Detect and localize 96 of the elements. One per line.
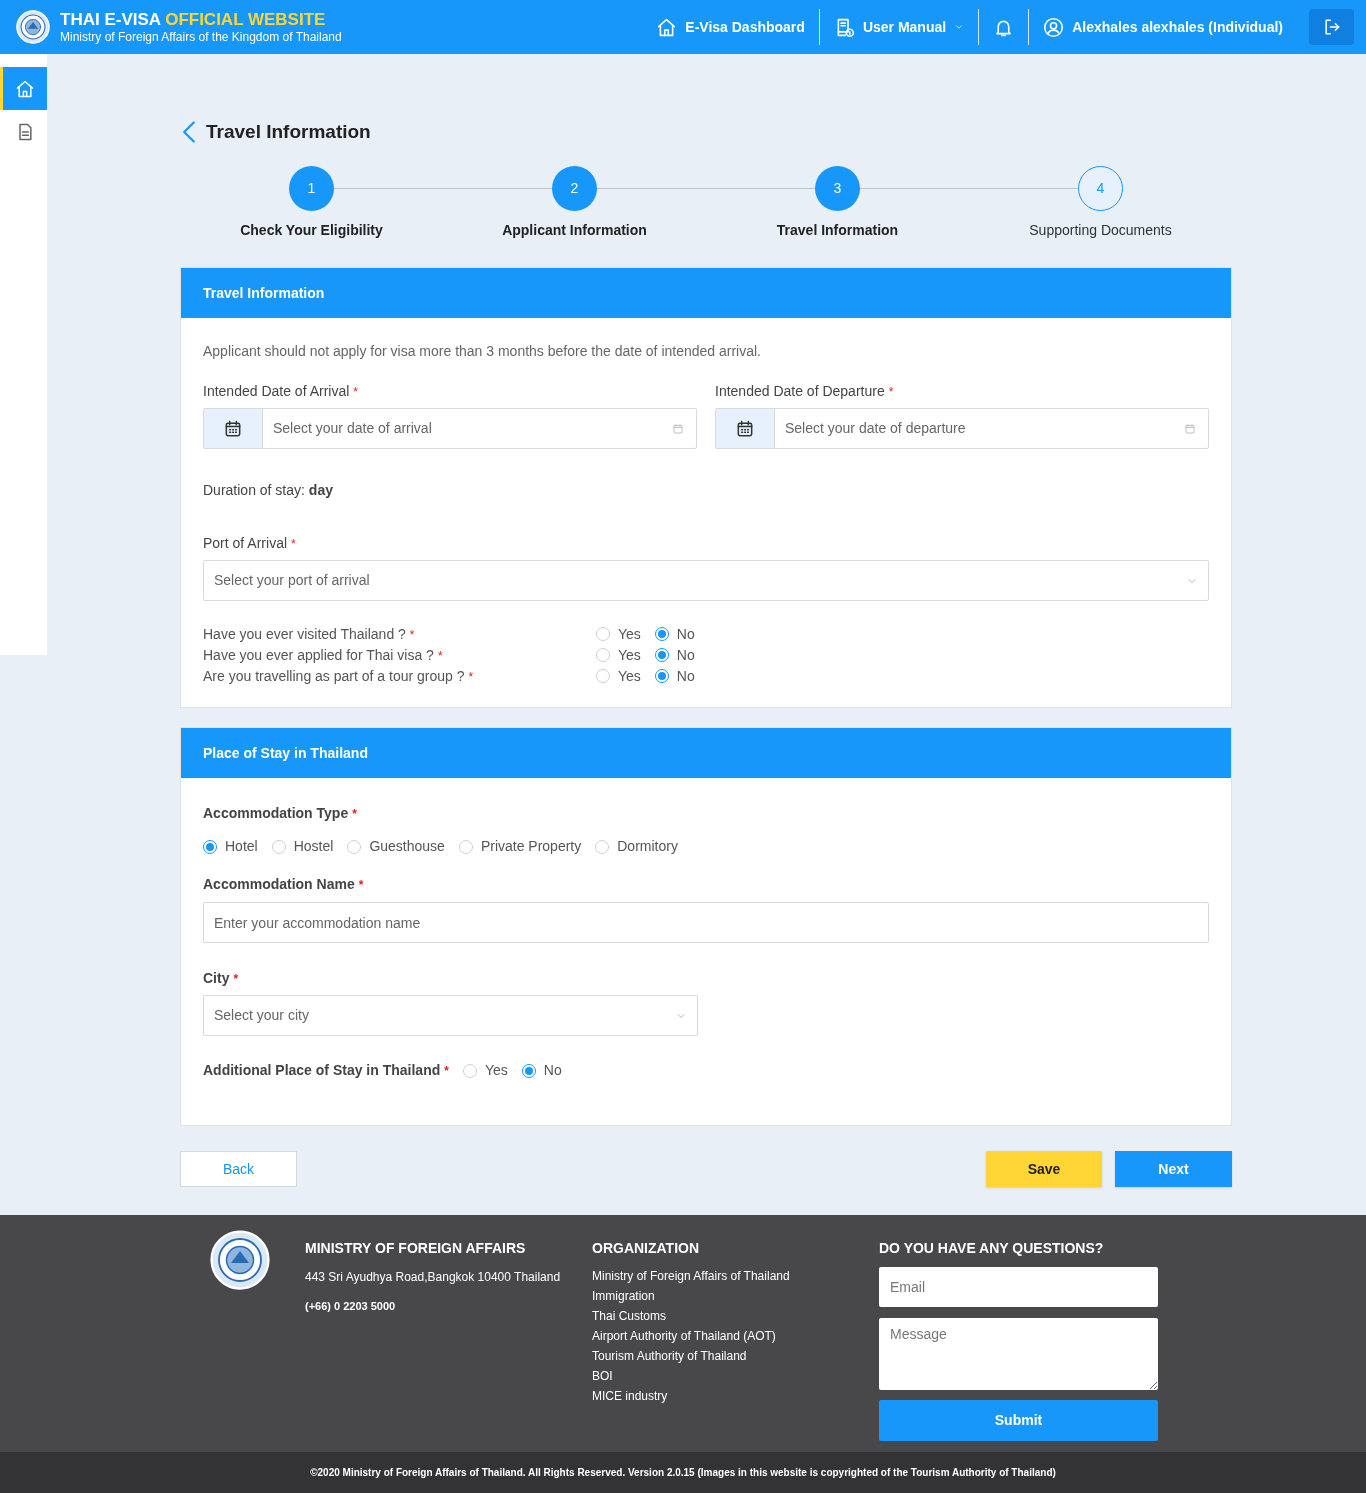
radio-button[interactable] <box>596 669 610 683</box>
field-label: Intended Date of Arrival <box>203 382 350 401</box>
emblem-icon <box>210 1230 270 1290</box>
radio-button[interactable] <box>458 839 473 854</box>
step-label: Check Your Eligibility <box>240 221 383 240</box>
select-field[interactable]: Select your port of arrival <box>203 560 1209 601</box>
required-mark: * <box>444 1063 449 1080</box>
radio-option[interactable]: No <box>521 1060 562 1081</box>
date-field[interactable]: Select your date of departure <box>715 408 1209 449</box>
duration-text: Duration of stay: day <box>203 481 334 500</box>
radio-button[interactable] <box>462 1063 477 1078</box>
radio-button[interactable] <box>521 1063 536 1078</box>
save-button[interactable]: Save <box>986 1151 1102 1187</box>
footer-heading: MINISTRY OF FOREIGN AFFAIRS <box>305 1239 527 1258</box>
field-label: Additional Place of Stay in Thailand <box>203 1061 441 1080</box>
radio-button[interactable] <box>654 648 669 662</box>
email-field[interactable]: Email <box>879 1267 1158 1307</box>
required-mark: * <box>437 647 443 665</box>
footer-link[interactable]: Ministry of Foreign Affairs of Thailand <box>592 1266 879 1286</box>
radio-button[interactable] <box>203 839 217 854</box>
radio-button[interactable] <box>654 669 669 683</box>
footer-link[interactable]: MICE industry <box>592 1386 879 1406</box>
copyright-text: ©2020 Ministry of Foreign Affairs of Thailand. All Rights Reserved. Version 2.0.15 (Images in this website is copyrighted of the Tourism Authority of Thailand) <box>310 1466 1056 1480</box>
step-number: 4 <box>1078 166 1123 211</box>
footer-link[interactable]: Airport Authority of Thailand (AOT) <box>592 1326 879 1346</box>
required-mark: * <box>888 384 894 401</box>
emblem-icon <box>16 10 50 44</box>
radio-option[interactable]: Yes <box>596 665 641 687</box>
radio-button[interactable] <box>271 839 286 854</box>
phone-text: (+66) 0 2203 5000 <box>305 1299 397 1314</box>
page-title: Travel Information <box>206 119 371 144</box>
message-field[interactable]: Message <box>879 1318 1158 1390</box>
radio-button[interactable] <box>595 839 610 854</box>
site-subtitle: Ministry of Foreign Affairs of the Kingdom of Thailand <box>60 30 342 46</box>
step-number: 2 <box>552 166 597 211</box>
caret-icon <box>954 22 965 32</box>
radio-option[interactable]: No <box>654 644 695 666</box>
radio-option[interactable]: Yes <box>462 1060 508 1081</box>
calendar-icon <box>223 418 243 439</box>
footer-link[interactable]: Immigration <box>592 1286 879 1306</box>
radio-option[interactable]: Yes <box>596 623 641 645</box>
calendar-icon <box>1184 422 1196 435</box>
card-header: Travel Information <box>181 268 1231 318</box>
field-label: Intended Date of Departure <box>715 382 885 401</box>
required-mark: * <box>409 626 415 644</box>
required-mark: * <box>358 877 364 894</box>
info-text: Applicant should not apply for visa more than 3 months before the date of intended arrival. <box>203 342 762 361</box>
radio-button[interactable] <box>347 839 362 854</box>
radio-option[interactable]: Guesthouse <box>347 836 445 857</box>
radio-option[interactable]: Yes <box>596 644 641 666</box>
calendar-icon <box>735 418 755 439</box>
field-label: Accommodation Name <box>203 875 355 894</box>
radio-option[interactable]: No <box>654 665 695 687</box>
footer-link[interactable]: Thai Customs <box>592 1306 879 1326</box>
radio-option[interactable]: Hostel <box>271 836 334 857</box>
back-icon <box>180 120 198 144</box>
required-mark: * <box>468 668 474 686</box>
radio-button[interactable] <box>596 648 610 662</box>
field-label: City <box>203 969 230 988</box>
field-label: Have you ever applied for Thai visa ? <box>203 645 434 665</box>
step-number: 3 <box>815 166 860 211</box>
radio-option[interactable]: Private Property <box>458 836 582 857</box>
required-mark: * <box>353 384 358 401</box>
back-arrow[interactable] <box>180 120 198 144</box>
field-label: Accommodation Type <box>203 804 349 823</box>
home-icon <box>656 16 678 38</box>
step-label: Travel Information <box>776 221 899 240</box>
radio-option[interactable]: Dormitory <box>595 836 678 857</box>
required-mark: * <box>352 806 357 823</box>
logout-button[interactable] <box>1309 9 1354 45</box>
radio-option[interactable]: No <box>654 623 695 645</box>
required-mark: * <box>291 536 296 553</box>
field-label: Have you ever visited Thailand ? <box>203 624 406 644</box>
radio-button[interactable] <box>654 627 669 641</box>
date-field[interactable]: Select your date of arrival <box>203 408 697 449</box>
radio-button[interactable] <box>596 627 610 641</box>
radio-option[interactable]: Hotel <box>203 836 258 857</box>
card-header: Place of Stay in Thailand <box>181 728 1231 778</box>
home-icon <box>15 78 35 99</box>
field-label: Port of Arrival <box>203 534 288 553</box>
footer-heading: DO YOU HAVE ANY QUESTIONS? <box>879 1239 1105 1258</box>
select-field[interactable]: Select your city <box>203 995 698 1036</box>
footer-link[interactable]: BOI <box>592 1366 879 1386</box>
site-title: THAI E-VISA OFFICIAL WEBSITE <box>60 8 327 31</box>
text-field[interactable]: Enter your accommodation name <box>203 902 1209 943</box>
user-icon <box>1043 16 1065 38</box>
step-number: 1 <box>289 166 334 211</box>
address-text: 443 Sri Ayudhya Road,Bangkok 10400 Thailand <box>305 1269 562 1286</box>
step-label: Applicant Information <box>502 221 647 240</box>
field-label: Are you travelling as part of a tour group ? <box>203 666 465 686</box>
calendar-icon <box>672 422 684 435</box>
footer-heading: ORGANIZATION <box>592 1239 701 1258</box>
required-mark: * <box>233 971 239 988</box>
sidebar-item[interactable] <box>0 67 47 110</box>
footer-link[interactable]: Tourism Authority of Thailand <box>592 1346 879 1366</box>
step-label: Supporting Documents <box>1029 221 1172 240</box>
